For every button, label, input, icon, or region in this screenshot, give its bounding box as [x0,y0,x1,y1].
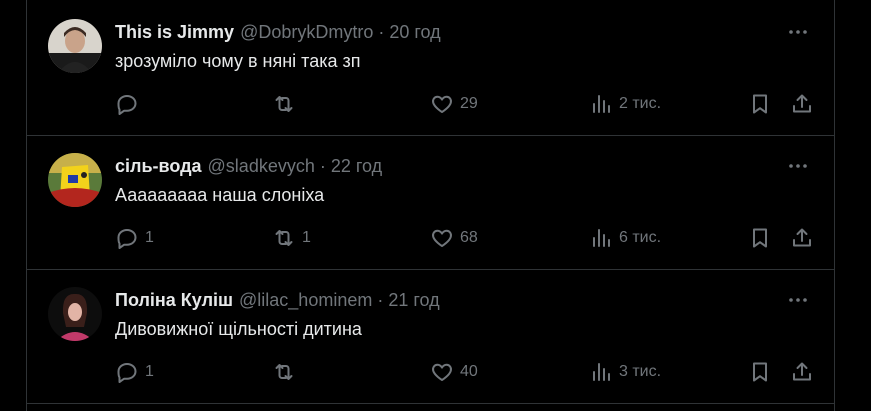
like-button[interactable]: 68 [430,224,478,252]
reply-count: 1 [145,229,154,246]
repost-icon [275,96,293,112]
author-handle[interactable]: @sladkevych [208,156,315,177]
post-text: Ааааааааа наша слоніха [115,185,325,205]
views-icon [593,363,610,381]
views-count: 3 тис. [619,363,662,380]
post-actions: 1 40 3 тис. [115,358,812,386]
avatar[interactable] [48,153,102,207]
bookmark-icon [753,362,767,382]
repost-count: 1 [302,229,311,246]
post-time[interactable]: 22 год [331,156,382,177]
reply-count: 1 [145,363,154,380]
reply-button[interactable]: 1 [115,224,154,252]
share-icon [793,362,811,381]
like-icon [432,363,452,381]
reply-icon [117,95,137,115]
views-count: 2 тис. [619,95,662,112]
bookmark-button[interactable] [748,90,772,118]
bookmark-button[interactable] [748,224,772,252]
author-handle[interactable]: @lilac_hominem [239,290,372,311]
like-count: 68 [460,229,478,246]
post-actions: 29 2 тис. [115,90,812,118]
avatar[interactable] [48,287,102,341]
reply-button[interactable]: 1 [115,358,154,386]
repost-button[interactable] [272,90,302,118]
timeline-column: This is Jimmy @DobrykDmytro · 20 год зро… [26,0,835,411]
share-button[interactable] [790,358,814,386]
post[interactable]: This is Jimmy @DobrykDmytro · 20 год зро… [27,0,834,136]
author-handle[interactable]: @DobrykDmytro [240,22,373,43]
more-icon [789,164,807,168]
like-button[interactable]: 40 [430,358,478,386]
post-time[interactable]: 21 год [388,290,439,311]
post[interactable]: Поліна Куліш @lilac_hominem · 21 год Див… [27,269,834,404]
reply-button[interactable] [115,90,145,118]
views-icon [593,229,610,247]
more-button[interactable] [786,20,810,44]
views-count: 6 тис. [619,229,662,246]
separator-dot: · [378,21,385,42]
more-icon [789,298,807,302]
bookmark-icon [753,228,767,248]
bookmark-button[interactable] [748,358,772,386]
like-count: 40 [460,363,478,380]
views-icon [593,95,610,113]
more-button[interactable] [786,288,810,312]
views-button[interactable]: 2 тис. [589,90,661,118]
avatar[interactable] [48,19,102,73]
more-button[interactable] [786,154,810,178]
author-name[interactable]: This is Jimmy [115,22,234,43]
like-icon [432,95,452,113]
like-icon [432,229,452,247]
repost-button[interactable]: 1 [272,224,311,252]
repost-button[interactable] [272,358,302,386]
bookmark-icon [753,94,767,114]
post-time[interactable]: 20 год [389,22,440,43]
share-button[interactable] [790,90,814,118]
author-name[interactable]: Поліна Куліш [115,290,233,311]
share-icon [793,94,811,113]
post-text: зрозуміло чому в няні така зп [115,51,361,71]
views-button[interactable]: 3 тис. [589,358,661,386]
post-text: Дивовижної щільності дитина [115,319,362,339]
separator-dot: · [377,289,384,310]
like-button[interactable]: 29 [430,90,478,118]
reply-icon [117,363,137,383]
more-icon [789,30,807,34]
post[interactable]: сіль-вода @sladkevych · 22 год Ааааааааа… [27,135,834,270]
share-icon [793,228,811,247]
repost-icon [275,230,293,246]
views-button[interactable]: 6 тис. [589,224,661,252]
separator-dot: · [319,155,326,176]
post-actions: 1 1 68 6 тис. [115,224,812,252]
reply-icon [117,229,137,249]
share-button[interactable] [790,224,814,252]
like-count: 29 [460,95,478,112]
repost-icon [275,364,293,380]
author-name[interactable]: сіль-вода [115,156,202,177]
